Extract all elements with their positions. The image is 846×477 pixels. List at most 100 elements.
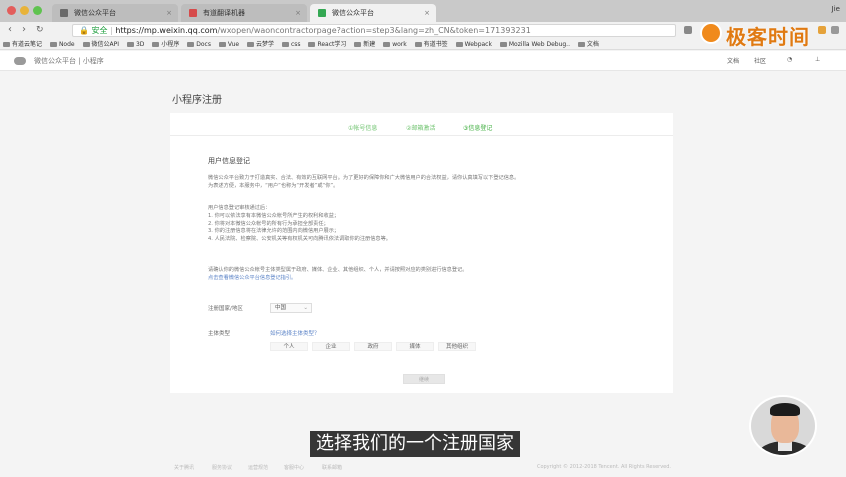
note-line: 1. 你可以依法享有本微信公众帐号所产生的权利和收益；	[208, 212, 340, 219]
page-footer: 关于腾讯 服务协议 运营规范 客服中心 联系邮箱 Copyright © 201…	[170, 464, 673, 474]
bookmark[interactable]: Node	[49, 39, 75, 49]
tab-label: 微信公众平台	[74, 9, 116, 17]
bookmark-label: work	[392, 41, 407, 48]
bookmark[interactable]: Webpack	[455, 39, 492, 49]
notification-icon[interactable]: ◔	[787, 56, 792, 63]
reload-icon[interactable]: ↻	[36, 24, 44, 36]
tab-label: 微信公众平台	[332, 9, 374, 17]
geektime-logo-icon	[700, 22, 722, 44]
bookmark[interactable]: 有道书签	[414, 39, 448, 49]
note-line: 4. 人民法院、检察院、公安机关等有权机关可向腾讯依法调取你的注册信息等。	[208, 236, 391, 243]
maximize-window-icon[interactable]	[33, 6, 42, 15]
bookmark[interactable]: Vue	[218, 39, 239, 49]
close-tab-icon[interactable]: ×	[166, 4, 172, 22]
bookmark-label: 云梦学	[256, 41, 275, 48]
confirm-line: 请确认你的微信公众帐号主体类型属于政府、媒体、企业、其他组织、个人，并请按照对应…	[208, 267, 468, 273]
bookmark-label: 小程序	[161, 41, 180, 48]
folder-icon	[218, 42, 226, 47]
folder-icon	[152, 42, 160, 47]
entity-type-label: 主体类型	[208, 331, 231, 337]
region-label: 注册国家/地区	[208, 306, 243, 312]
forward-icon[interactable]: ›	[22, 24, 26, 36]
bookmark[interactable]: 新建	[354, 39, 375, 49]
browser-tab-1[interactable]: 微信公众平台 ×	[52, 4, 178, 22]
folder-icon	[354, 42, 362, 47]
presenter-hair	[770, 403, 800, 416]
folder-icon	[126, 42, 134, 47]
bookmark[interactable]: 云梦学	[247, 39, 275, 49]
back-icon[interactable]: ‹	[8, 24, 12, 36]
close-tab-icon[interactable]: ×	[424, 4, 430, 22]
footer-link[interactable]: 关于腾讯	[174, 464, 194, 471]
registration-guide-link[interactable]: 点击查看微信公众平台信息登记指引。	[208, 275, 648, 283]
close-tab-icon[interactable]: ×	[295, 4, 301, 22]
entity-type-media[interactable]: 媒体	[396, 342, 434, 351]
bookmark-label: 微信公API	[91, 41, 120, 48]
folder-icon	[455, 42, 463, 47]
folder-icon	[49, 42, 57, 47]
presenter-webcam	[749, 395, 817, 457]
bookmark-label: Webpack	[464, 41, 492, 48]
intro-line: 微信公众平台致力于打造真实、合法、有效的互联网平台。为了更好的保障你和广大微信用…	[208, 175, 520, 181]
folder-icon	[247, 42, 255, 47]
minimize-window-icon[interactable]	[20, 6, 29, 15]
folder-icon	[187, 42, 195, 47]
folder-icon	[499, 42, 507, 47]
entity-type-enterprise[interactable]: 企业	[312, 342, 350, 351]
footer-link[interactable]: 联系邮箱	[322, 464, 342, 471]
step-indicator: ①帐号信息 ②邮箱激活 ③信息登记	[170, 117, 673, 137]
header-link-docs[interactable]: 文档	[727, 56, 739, 65]
entity-type-government[interactable]: 政府	[354, 342, 392, 351]
browser-tab-3[interactable]: 微信公众平台 ×	[310, 4, 436, 22]
tab-favicon-icon	[189, 9, 197, 17]
region-select[interactable]: 中国 ⌄	[270, 303, 312, 313]
copyright-text: Copyright © 2012-2018 Tencent. All Right…	[536, 464, 671, 470]
bookmark[interactable]: Mozilla Web Debug..	[499, 39, 570, 49]
bookmark[interactable]: css	[281, 39, 301, 49]
bookmark[interactable]: React学习	[308, 39, 346, 49]
entity-type-other-org[interactable]: 其他组织	[438, 342, 476, 351]
step-account-info: ①帐号信息	[348, 125, 378, 132]
extension-icon[interactable]	[684, 26, 692, 34]
bookmark[interactable]: 小程序	[152, 39, 180, 49]
entity-type-help-link[interactable]: 如何选择主体类型？	[270, 329, 320, 337]
page-title: 小程序注册	[172, 95, 222, 106]
bookmark[interactable]: 有道云笔记	[3, 39, 43, 49]
bookmark[interactable]: Docs	[187, 39, 211, 49]
bookmark[interactable]: work	[383, 39, 407, 49]
address-bar[interactable]: 🔒 安全 | https://mp.weixin.qq.com/wxopen/w…	[72, 24, 676, 37]
folder-icon	[414, 42, 422, 47]
registration-card: ①帐号信息 ②邮箱激活 ③信息登记 用户信息登记 微信公众平台致力于打造真实、合…	[170, 113, 673, 393]
footer-link[interactable]: 运营规范	[248, 464, 268, 471]
chevron-down-icon: ⌄	[303, 305, 308, 311]
footer-link[interactable]: 服务协议	[212, 464, 232, 471]
tab-favicon-icon	[60, 9, 68, 17]
url-host: https://mp.weixin.qq.com	[115, 26, 218, 35]
step-info-registration: ③信息登记	[463, 125, 493, 132]
bookmark-label: Mozilla Web Debug..	[508, 41, 570, 48]
notes-text: 用户信息登记审核通过后： 1. 你可以依法享有本微信公众帐号所产生的权利和收益；…	[208, 205, 648, 244]
secure-label: 安全	[91, 26, 108, 35]
wechat-logo-icon	[14, 57, 26, 65]
user-icon[interactable]: ⊥	[815, 56, 820, 63]
browser-tab-2[interactable]: 有道翻译机器 ×	[181, 4, 307, 22]
bookmark-label: 3D	[135, 41, 145, 48]
menu-icon[interactable]	[831, 26, 839, 34]
continue-button[interactable]: 继续	[403, 374, 445, 384]
section-title: 用户信息登记	[208, 157, 250, 165]
bookmark-label: Node	[58, 41, 75, 48]
bookmark[interactable]: 文档	[577, 39, 599, 49]
footer-link[interactable]: 客服中心	[284, 464, 304, 471]
bookmark-label: 有道云笔记	[12, 41, 43, 48]
bookmark[interactable]: 3D	[126, 39, 145, 49]
lock-icon: 🔒	[79, 26, 89, 35]
header-title[interactable]: 微信公众平台 | 小程序	[34, 56, 104, 66]
notes-title: 用户信息登记审核通过后：	[208, 205, 271, 211]
bookmark[interactable]: 微信公API	[82, 39, 120, 49]
browser-profile-name[interactable]: Jie	[832, 5, 840, 13]
close-window-icon[interactable]	[7, 6, 16, 15]
entity-type-individual[interactable]: 个人	[270, 342, 308, 351]
extension-icon[interactable]	[818, 26, 826, 34]
folder-icon	[3, 42, 10, 47]
header-link-community[interactable]: 社区	[754, 56, 766, 65]
